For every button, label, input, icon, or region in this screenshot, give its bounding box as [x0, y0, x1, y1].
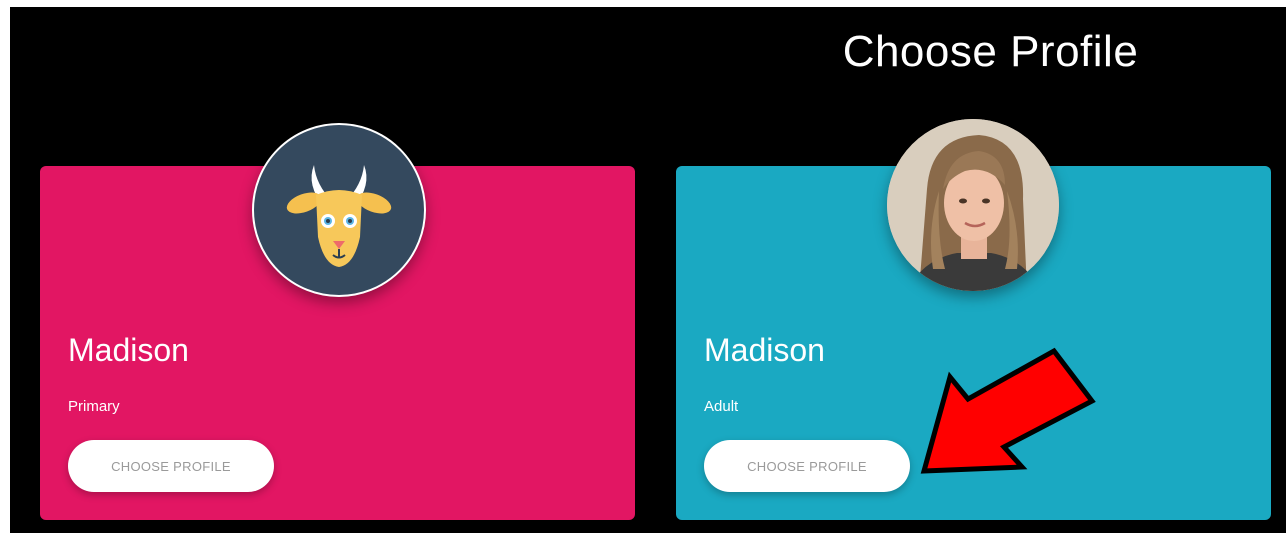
- profile-name: Madison: [68, 332, 189, 368]
- page-title: Choose Profile: [842, 27, 1139, 76]
- goat-avatar-icon[interactable]: [252, 123, 426, 297]
- user-photo[interactable]: [887, 119, 1059, 291]
- red-arrow-pointer: [920, 347, 1096, 474]
- profile-chooser-screen: Choose Profile Madison Primary CHOOSE PR…: [10, 7, 1286, 533]
- choose-profile-button[interactable]: CHOOSE PROFILE: [704, 440, 910, 492]
- profile-card-primary: Madison Primary CHOOSE PROFILE: [40, 123, 635, 520]
- profile-name: Madison: [704, 332, 825, 368]
- profile-role: Adult: [704, 398, 739, 415]
- choose-profile-button[interactable]: CHOOSE PROFILE: [68, 440, 274, 492]
- profile-role: Primary: [68, 398, 120, 415]
